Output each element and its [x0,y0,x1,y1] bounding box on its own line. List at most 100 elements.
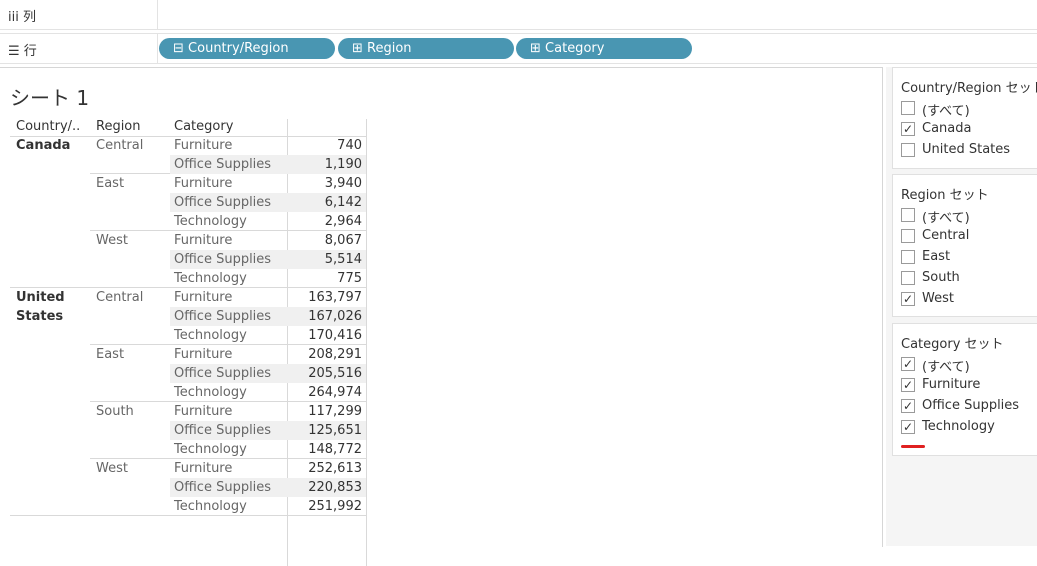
expand-icon: ⊞ [352,41,363,56]
shelf-divider [157,0,158,29]
region-label[interactable]: South [96,402,134,421]
value-cell[interactable]: 117,299 [287,402,362,421]
category-cell[interactable]: Furniture [174,288,232,307]
category-cell[interactable]: Furniture [174,136,232,155]
country-canada[interactable]: Canada [16,136,70,155]
checkbox-checked[interactable]: ✓ [901,122,915,136]
category-cell[interactable]: Technology [174,212,247,231]
category-cell[interactable]: Technology [174,440,247,459]
red-underline-annotation [901,445,925,448]
filter-card-country-region[interactable]: Country/Region セット (すべて) ✓ Canada United… [892,67,1037,169]
region-label[interactable]: West [96,231,128,250]
value-cell[interactable]: 6,142 [287,193,362,212]
value-cell[interactable]: 205,516 [287,364,362,383]
value-cell[interactable]: 163,797 [287,288,362,307]
filter-card-category[interactable]: Category セット ✓ (すべて) ✓ Furniture ✓ Offic… [892,323,1037,456]
checkbox-checked[interactable]: ✓ [901,399,915,413]
filter-option[interactable]: East [893,248,1037,269]
value-cell[interactable]: 2,964 [287,212,362,231]
category-cell[interactable]: Office Supplies [174,421,271,440]
sheet-title: シート 1 [10,86,90,110]
collapse-icon: ⊟ [173,41,184,56]
filter-option[interactable]: United States [893,141,1037,162]
filter-option[interactable]: South [893,269,1037,290]
region-label[interactable]: East [96,174,124,193]
checkbox[interactable] [901,143,915,157]
value-cell[interactable]: 148,772 [287,440,362,459]
filter-title: Category セット [901,337,1004,352]
filter-option[interactable]: ✓ Technology [893,418,1037,439]
value-cell[interactable]: 775 [287,269,362,288]
checkbox-checked[interactable]: ✓ [901,378,915,392]
filter-option[interactable]: Central [893,227,1037,248]
shelf-divider [157,34,158,63]
value-cell[interactable]: 1,190 [287,155,362,174]
checkbox[interactable] [901,229,915,243]
category-cell[interactable]: Office Supplies [174,364,271,383]
value-cell[interactable]: 125,651 [287,421,362,440]
value-cell[interactable]: 740 [287,136,362,155]
category-cell[interactable]: Office Supplies [174,193,271,212]
country-united-states-line1[interactable]: United [16,288,65,307]
value-column-right-border [366,119,367,566]
category-cell[interactable]: Technology [174,326,247,345]
region-label[interactable]: West [96,459,128,478]
country-united-states-line2[interactable]: States [16,307,63,326]
pill-region[interactable]: ⊞ Region [338,38,514,59]
value-cell[interactable]: 3,940 [287,174,362,193]
value-cell[interactable]: 8,067 [287,231,362,250]
region-label[interactable]: Central [96,288,143,307]
value-cell[interactable]: 167,026 [287,307,362,326]
checkbox[interactable] [901,208,915,222]
checkbox[interactable] [901,250,915,264]
value-cell[interactable]: 5,514 [287,250,362,269]
pill-category[interactable]: ⊞ Category [516,38,692,59]
filter-option[interactable]: ✓ Office Supplies [893,397,1037,418]
category-cell[interactable]: Technology [174,269,247,288]
category-cell[interactable]: Furniture [174,459,232,478]
header-category[interactable]: Category [174,119,233,134]
filter-option[interactable]: (すべて) [893,99,1037,120]
filter-option[interactable]: ✓ (すべて) [893,355,1037,376]
rows-shelf[interactable]: ☰ 行 ⊟ Country/Region ⊞ Region ⊞ Category [0,33,1037,64]
category-cell[interactable]: Furniture [174,231,232,250]
filter-option[interactable]: ✓ Furniture [893,376,1037,397]
filter-option[interactable]: ✓ West [893,290,1037,311]
category-cell[interactable]: Furniture [174,402,232,421]
category-cell[interactable]: Technology [174,383,247,402]
value-cell[interactable]: 170,416 [287,326,362,345]
value-cell[interactable]: 264,974 [287,383,362,402]
filter-card-region[interactable]: Region セット (すべて) Central East South ✓ We… [892,174,1037,317]
pill-country-region[interactable]: ⊟ Country/Region [159,38,335,59]
columns-icon: iii [8,10,19,25]
value-cell[interactable]: 252,613 [287,459,362,478]
header-country[interactable]: Country/.. [16,119,80,134]
checkbox-checked[interactable]: ✓ [901,357,915,371]
checkbox-checked[interactable]: ✓ [901,292,915,306]
region-label[interactable]: East [96,345,124,364]
header-region[interactable]: Region [96,119,141,134]
category-cell[interactable]: Office Supplies [174,155,271,174]
filter-option[interactable]: ✓ Canada [893,120,1037,141]
filter-panel: Country/Region セット (すべて) ✓ Canada United… [886,67,1037,546]
value-cell[interactable]: 251,992 [287,497,362,516]
value-cell[interactable]: 220,853 [287,478,362,497]
worksheet[interactable]: シート 1 Country/.. Region Category Canada … [0,67,883,566]
expand-icon: ⊞ [530,41,541,56]
columns-shelf[interactable]: iii 列 [0,0,1037,30]
category-cell[interactable]: Furniture [174,174,232,193]
value-cell[interactable]: 208,291 [287,345,362,364]
filter-title: Region セット [901,188,989,203]
category-cell[interactable]: Furniture [174,345,232,364]
checkbox[interactable] [901,101,915,115]
region-label[interactable]: Central [96,136,143,155]
checkbox-checked[interactable]: ✓ [901,420,915,434]
category-cell[interactable]: Office Supplies [174,307,271,326]
category-cell[interactable]: Office Supplies [174,250,271,269]
filter-title: Country/Region セット [901,81,1037,96]
columns-shelf-label: iii 列 [8,10,36,25]
category-cell[interactable]: Office Supplies [174,478,271,497]
filter-option[interactable]: (すべて) [893,206,1037,227]
category-cell[interactable]: Technology [174,497,247,516]
checkbox[interactable] [901,271,915,285]
